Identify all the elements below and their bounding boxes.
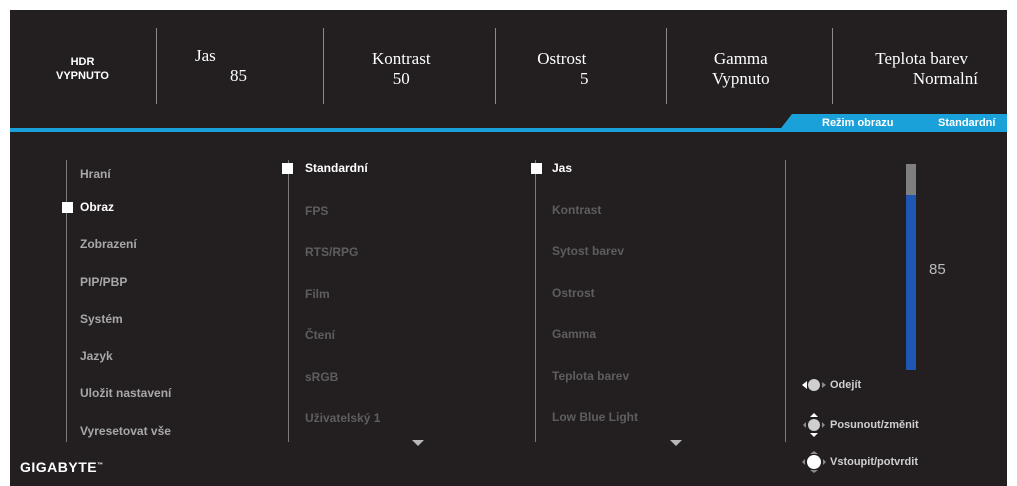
divider bbox=[666, 28, 667, 104]
mode-item-film[interactable]: Film bbox=[305, 287, 330, 301]
menu-item-jazyk[interactable]: Jazyk bbox=[80, 349, 113, 363]
mode-item-uzivatelsky-1[interactable]: Uživatelský 1 bbox=[305, 411, 380, 425]
hdr-value: VYPNUTO bbox=[56, 70, 109, 82]
teplota-label: Teplota barev bbox=[875, 49, 968, 68]
setting-item-kontrast[interactable]: Kontrast bbox=[552, 203, 601, 217]
osd-frame: HDR VYPNUTO Jas 85 Kontrast 50 Ostrost 5… bbox=[10, 10, 1007, 486]
hdr-label: HDR bbox=[70, 56, 95, 68]
menu-item-system[interactable]: Systém bbox=[80, 312, 123, 326]
hint-move: Posunout/změnit bbox=[800, 412, 919, 438]
menu-item-vyresetovat-vse[interactable]: Vyresetovat vše bbox=[80, 424, 171, 438]
selection-marker bbox=[282, 163, 293, 174]
setting-item-jas[interactable]: Jas bbox=[552, 161, 572, 175]
jas-status: Jas 85 bbox=[195, 10, 247, 128]
ostrost-label: Ostrost bbox=[537, 49, 587, 68]
selection-marker bbox=[62, 202, 73, 213]
divider bbox=[495, 28, 496, 104]
brand-trademark: ™ bbox=[97, 462, 104, 469]
setting-item-sytost-barev[interactable]: Sytost barev bbox=[552, 244, 624, 258]
hdr-status: HDR VYPNUTO bbox=[30, 10, 135, 128]
scroll-down-icon[interactable] bbox=[412, 440, 424, 446]
teplota-status: Teplota barev Normalní bbox=[848, 10, 978, 128]
setting-item-gamma[interactable]: Gamma bbox=[552, 327, 596, 341]
mode-item-rts-rpg[interactable]: RTS/RPG bbox=[305, 245, 358, 259]
setting-item-low-blue-light[interactable]: Low Blue Light bbox=[552, 410, 638, 424]
ostrost-value: 5 bbox=[580, 69, 589, 88]
status-bar: HDR VYPNUTO Jas 85 Kontrast 50 Ostrost 5… bbox=[10, 10, 1007, 128]
kontrast-status: Kontrast 50 bbox=[372, 10, 431, 128]
mode-item-standardni[interactable]: Standardní bbox=[305, 161, 368, 175]
gamma-label: Gamma bbox=[713, 49, 768, 68]
menu-item-hrani[interactable]: Hraní bbox=[80, 167, 111, 181]
joystick-left-icon bbox=[802, 379, 826, 391]
gigabyte-logo: GIGABYTE™ bbox=[20, 459, 104, 475]
setting-item-ostrost[interactable]: Ostrost bbox=[552, 286, 595, 300]
brightness-slider-remaining bbox=[906, 164, 916, 195]
selection-marker bbox=[531, 163, 542, 174]
hint-enter-label: Vstoupit/potvrdit bbox=[830, 456, 918, 468]
divider bbox=[832, 28, 833, 104]
hint-move-label: Posunout/změnit bbox=[830, 419, 919, 431]
gamma-status: Gamma Vypnuto bbox=[712, 10, 770, 128]
kontrast-label: Kontrast bbox=[372, 49, 431, 68]
mode-item-srgb[interactable]: sRGB bbox=[305, 370, 338, 384]
hint-exit: Odejít bbox=[800, 374, 861, 396]
menu-item-ulozit-nastaveni[interactable]: Uložit nastavení bbox=[80, 386, 171, 400]
value-panel-line bbox=[785, 160, 786, 442]
scroll-down-icon[interactable] bbox=[670, 440, 682, 446]
kontrast-value: 50 bbox=[392, 69, 410, 88]
menu-item-obraz[interactable]: Obraz bbox=[80, 200, 114, 214]
menu-item-pip-pbp[interactable]: PIP/PBP bbox=[80, 275, 127, 289]
teplota-value: Normalní bbox=[912, 69, 978, 88]
mode-item-fps[interactable]: FPS bbox=[305, 204, 328, 218]
hint-enter: Vstoupit/potvrdit bbox=[800, 450, 918, 474]
divider bbox=[323, 28, 324, 104]
joystick-up-down-icon bbox=[803, 413, 825, 437]
joystick-press-icon bbox=[802, 451, 826, 473]
hint-exit-label: Odejít bbox=[830, 379, 862, 391]
gamma-value: Vypnuto bbox=[712, 69, 770, 88]
mode-item-cteni[interactable]: Čtení bbox=[305, 328, 335, 342]
brightness-value: 85 bbox=[929, 261, 946, 278]
jas-label: Jas bbox=[195, 46, 216, 65]
divider bbox=[156, 28, 157, 104]
setting-menu-line bbox=[535, 160, 536, 442]
jas-value: 85 bbox=[230, 66, 247, 85]
brand-name: GIGABYTE bbox=[20, 459, 98, 475]
setting-item-teplota-barev[interactable]: Teplota barev bbox=[552, 369, 629, 383]
mode-menu-line bbox=[288, 160, 289, 442]
menu-item-zobrazeni[interactable]: Zobrazení bbox=[80, 237, 137, 251]
accent-bar bbox=[10, 128, 1007, 132]
ostrost-status: Ostrost 5 bbox=[535, 10, 589, 128]
